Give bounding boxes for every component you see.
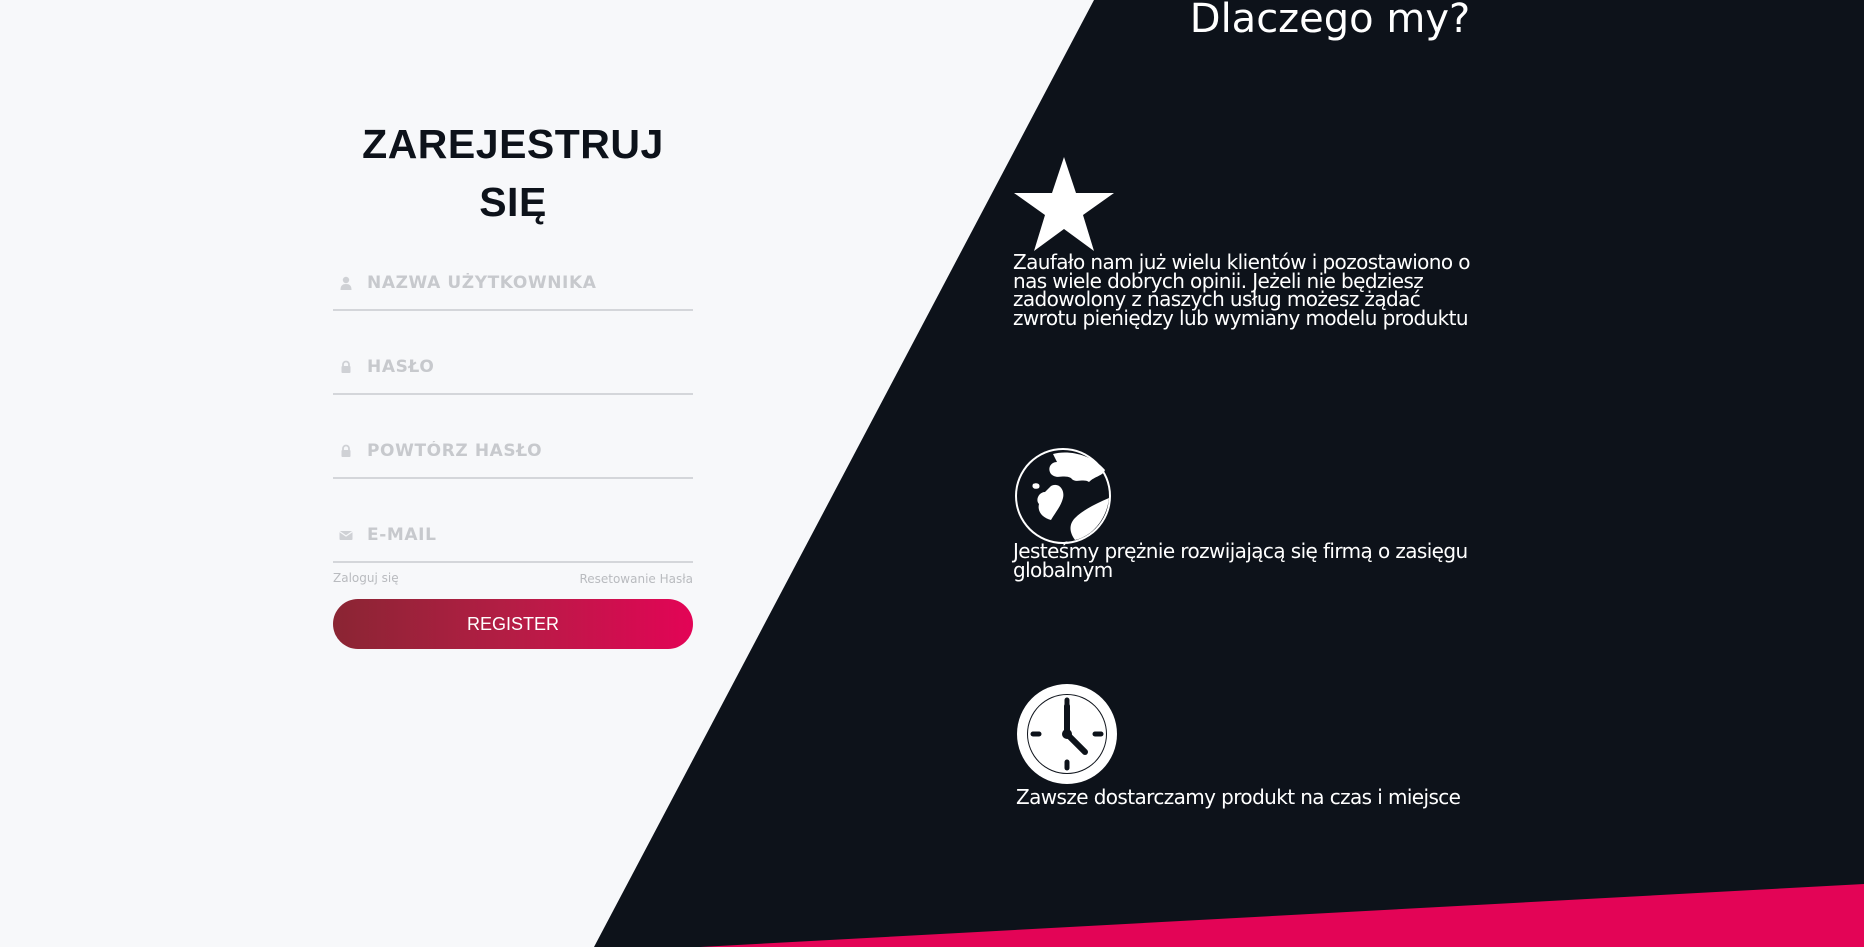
register-fields <box>333 253 693 563</box>
register-title-line2: SIĘ <box>479 179 547 225</box>
register-title-line1: ZAREJESTRUJ <box>362 121 664 167</box>
repeat-password-field <box>333 421 693 479</box>
form-links: Zaloguj się Resetowanie Hasła <box>333 567 693 589</box>
lock-icon <box>341 360 351 373</box>
clock-icon <box>1017 684 1117 784</box>
envelope-icon <box>339 531 353 540</box>
star-icon <box>1014 157 1114 251</box>
password-field <box>333 337 693 395</box>
page: ZAREJESTRUJ SIĘ NAZWA UŻYTKOWNIKA E-MAIL… <box>0 0 1864 947</box>
feature-trust: Zaufało nam już wielu klientów i pozosta… <box>1013 155 1473 330</box>
password-input[interactable] <box>367 353 677 381</box>
register-title: ZAREJESTRUJ SIĘ <box>333 115 693 231</box>
repeat-password-input[interactable] <box>367 437 677 465</box>
why-us-title: Dlaczego my? <box>1189 0 1471 42</box>
feature-global: Jesteśmy prężnie rozwijającą się firmą o… <box>1013 448 1473 582</box>
globe-icon <box>1015 448 1111 544</box>
feature-delivery-text: Zawsze dostarczamy produkt na czas i mie… <box>1016 785 1461 809</box>
feature-trust-text: Zaufało nam już wielu klientów i pozosta… <box>1013 250 1471 330</box>
background-shapes <box>594 0 1864 947</box>
feature-delivery: Zawsze dostarczamy produkt na czas i mie… <box>1013 682 1473 807</box>
username-field <box>333 253 693 311</box>
register-button[interactable]: REGISTER <box>333 599 693 649</box>
user-icon <box>340 276 352 290</box>
username-input[interactable] <box>367 269 677 297</box>
reset-password-link[interactable]: Resetowanie Hasła <box>579 572 693 586</box>
lock-icon <box>341 444 351 457</box>
email-field <box>333 505 693 563</box>
email-input[interactable] <box>367 521 677 549</box>
feature-global-text: Jesteśmy prężnie rozwijającą się firmą o… <box>1013 539 1468 582</box>
register-form: ZAREJESTRUJ SIĘ NAZWA UŻYTKOWNIKA E-MAIL… <box>333 115 693 649</box>
login-link[interactable]: Zaloguj się <box>333 571 399 585</box>
